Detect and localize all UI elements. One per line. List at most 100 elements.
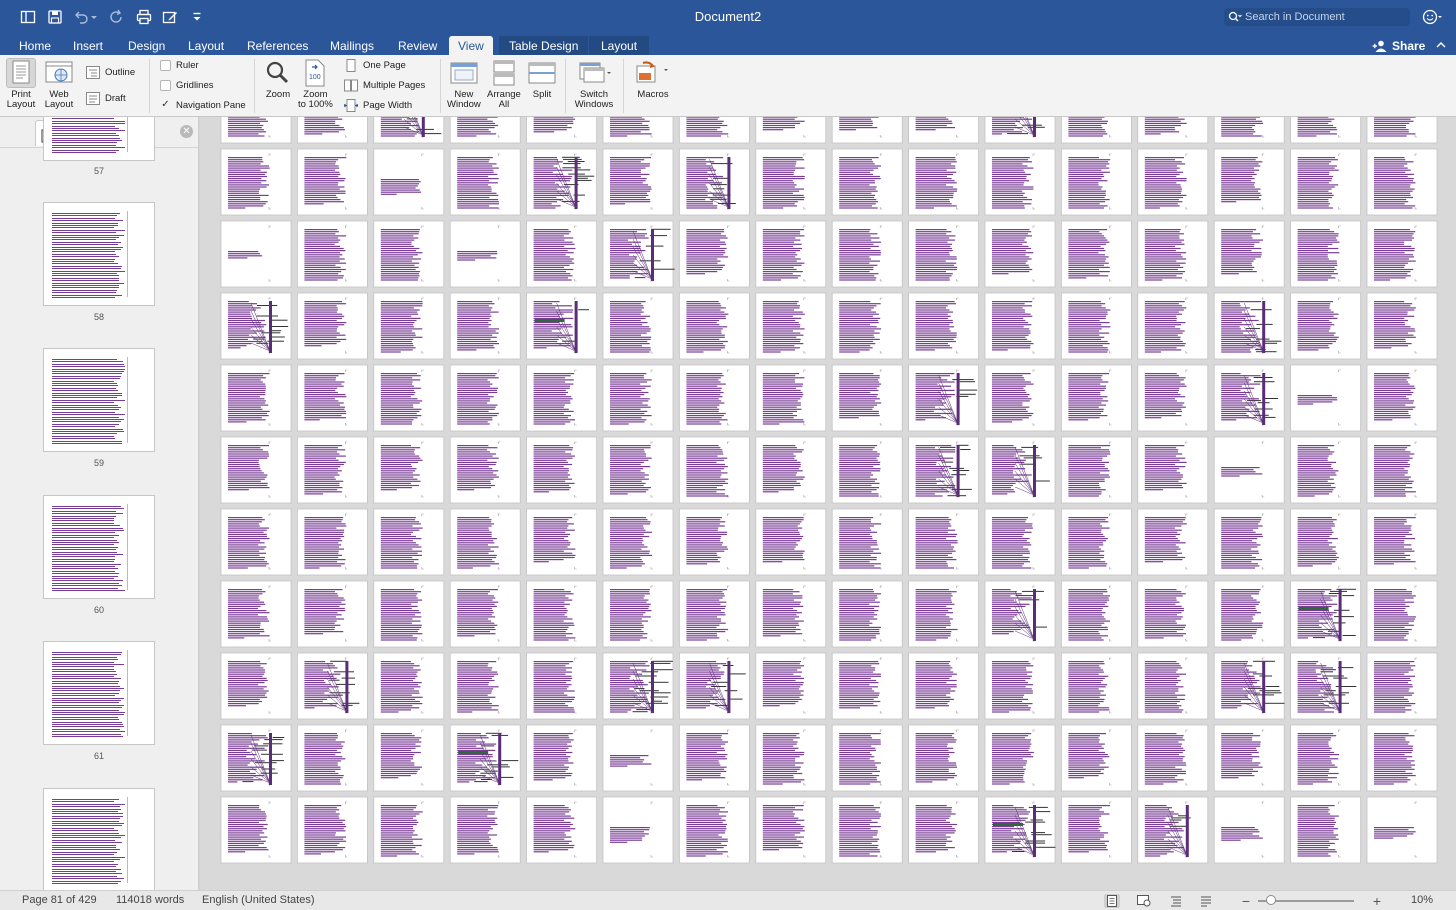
document-page[interactable]	[755, 724, 827, 792]
document-page[interactable]	[297, 652, 368, 720]
document-page[interactable]	[1366, 652, 1438, 720]
document-page[interactable]	[678, 580, 750, 648]
document-page[interactable]	[984, 220, 1056, 288]
document-page[interactable]	[1061, 580, 1132, 648]
document-page[interactable]	[526, 508, 598, 576]
document-page[interactable]	[831, 436, 903, 504]
document-page[interactable]	[1213, 292, 1285, 360]
document-page[interactable]	[1213, 652, 1285, 720]
document-page[interactable]	[602, 148, 674, 216]
search-input[interactable]	[1245, 11, 1405, 23]
redo-icon[interactable]	[108, 8, 126, 26]
document-page[interactable]	[1137, 364, 1209, 432]
document-page[interactable]	[602, 220, 675, 288]
document-page[interactable]	[220, 364, 292, 432]
document-page[interactable]	[1213, 220, 1285, 288]
document-page[interactable]	[220, 796, 292, 864]
document-page[interactable]	[755, 436, 827, 504]
document-page[interactable]	[1061, 364, 1132, 432]
document-page[interactable]	[755, 117, 827, 144]
switch-windows-button[interactable]: Switch Windows	[574, 58, 614, 110]
page-thumbnail[interactable]	[43, 788, 155, 890]
ruler-check-box[interactable]	[160, 59, 171, 71]
tab-references[interactable]: References	[238, 36, 317, 55]
feedback-smiley-icon[interactable]	[1422, 8, 1444, 26]
document-page[interactable]	[1290, 148, 1361, 216]
document-page[interactable]	[755, 292, 827, 360]
document-page[interactable]	[1366, 117, 1438, 144]
document-page[interactable]	[755, 580, 827, 648]
document-page[interactable]	[908, 292, 979, 360]
document-page[interactable]	[602, 117, 674, 144]
document-page[interactable]	[1137, 117, 1209, 144]
tab-view[interactable]: View	[449, 36, 493, 55]
document-page[interactable]	[373, 436, 445, 504]
document-page[interactable]	[297, 508, 368, 576]
document-page[interactable]	[1290, 508, 1361, 576]
document-page[interactable]	[908, 117, 979, 144]
document-page[interactable]	[908, 220, 979, 288]
macros-button[interactable]: Macros	[633, 58, 673, 100]
web-layout-button[interactable]: Web Layout	[44, 58, 74, 110]
document-page[interactable]	[602, 724, 674, 792]
print-icon[interactable]	[135, 8, 153, 26]
document-page[interactable]	[678, 148, 750, 216]
document-page[interactable]	[526, 220, 598, 288]
document-page[interactable]	[1137, 148, 1209, 216]
document-page[interactable]	[984, 580, 1056, 648]
document-page[interactable]	[526, 580, 598, 648]
page-thumbnail[interactable]	[43, 348, 155, 452]
document-page[interactable]	[220, 117, 292, 144]
document-page[interactable]	[1137, 724, 1209, 792]
document-page[interactable]	[373, 580, 445, 648]
sidebar-toggle-icon[interactable]	[19, 8, 37, 26]
ruler-checkbox[interactable]: Ruler	[160, 57, 199, 73]
document-page[interactable]	[449, 117, 521, 144]
document-page[interactable]	[1061, 292, 1132, 360]
document-page[interactable]	[220, 220, 292, 288]
document-page[interactable]	[1290, 364, 1361, 432]
document-page[interactable]	[220, 652, 292, 720]
document-page[interactable]	[1137, 220, 1209, 288]
document-page[interactable]	[1213, 148, 1285, 216]
search-box[interactable]	[1224, 8, 1410, 26]
draft-button[interactable]: Draft	[86, 90, 126, 106]
document-page[interactable]	[831, 508, 903, 576]
document-page[interactable]	[1137, 292, 1209, 360]
document-page[interactable]	[984, 148, 1056, 216]
document-page[interactable]	[449, 508, 521, 576]
document-page[interactable]	[908, 508, 979, 576]
document-page[interactable]	[602, 292, 674, 360]
document-page[interactable]	[373, 364, 445, 432]
document-page[interactable]	[678, 724, 750, 792]
document-page[interactable]	[373, 117, 445, 144]
document-page[interactable]	[984, 117, 1056, 144]
document-page[interactable]	[908, 580, 979, 648]
tab-table-design[interactable]: Table Design	[499, 36, 589, 55]
tab-insert[interactable]: Insert	[64, 36, 112, 55]
collapse-ribbon-icon[interactable]	[1434, 38, 1448, 52]
document-page[interactable]	[1061, 436, 1132, 504]
zoom-button[interactable]: Zoom	[263, 58, 293, 100]
document-page[interactable]	[831, 580, 903, 648]
document-page[interactable]	[678, 364, 750, 432]
document-page[interactable]	[1290, 436, 1361, 504]
document-page[interactable]	[1366, 148, 1438, 216]
document-page[interactable]	[1137, 436, 1209, 504]
document-page[interactable]	[1061, 724, 1132, 792]
document-page[interactable]	[526, 436, 598, 504]
document-page[interactable]	[526, 724, 598, 792]
document-page[interactable]	[831, 148, 903, 216]
document-page[interactable]	[755, 220, 827, 288]
document-page[interactable]	[1061, 652, 1132, 720]
document-page[interactable]	[1366, 292, 1438, 360]
document-page[interactable]	[373, 652, 445, 720]
document-page[interactable]	[449, 580, 521, 648]
document-page[interactable]	[220, 436, 292, 504]
document-page[interactable]	[1290, 292, 1361, 360]
edit-document-icon[interactable]	[161, 8, 179, 26]
undo-dropdown-icon[interactable]	[89, 8, 99, 26]
document-page[interactable]	[526, 364, 598, 432]
print-layout-button[interactable]: Print Layout	[6, 58, 36, 110]
document-page[interactable]	[220, 724, 292, 792]
